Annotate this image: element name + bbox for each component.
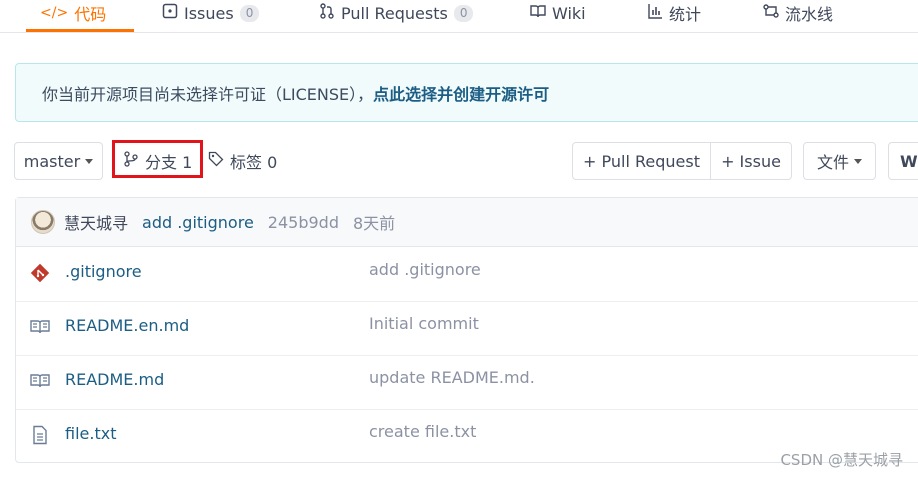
file-listing: 慧天城寻 add .gitignore 245b9dd 8天前 .gitigno… (15, 197, 918, 463)
branch-select-label: master (23, 151, 81, 171)
web-ide-label: W (900, 151, 918, 171)
file-commit-message[interactable]: create file.txt (369, 422, 476, 441)
commit-time: 8天前 (352, 214, 396, 233)
readme-icon (30, 317, 50, 337)
tab-code-label: 代码 (74, 5, 107, 24)
issues-count-badge: 0 (239, 4, 260, 22)
tag-icon (208, 151, 224, 171)
file-name[interactable]: .gitignore (65, 262, 142, 281)
new-pull-request-button[interactable]: + Pull Request (572, 142, 711, 180)
watermark: CSDN @慧天城寻 (780, 451, 903, 469)
file-name[interactable]: README.en.md (65, 316, 189, 335)
files-dropdown-label: 文件 (816, 153, 849, 172)
file-commit-message[interactable]: update README.md. (369, 368, 535, 387)
code-icon: </> (40, 5, 69, 21)
new-issue-button[interactable]: + Issue (710, 142, 792, 180)
file-row[interactable]: README.en.md Initial commit (16, 301, 918, 356)
issues-icon (162, 3, 178, 23)
tab-pipeline-label: 流水线 (785, 5, 834, 24)
web-ide-button[interactable]: W (888, 142, 918, 180)
tab-pull-requests[interactable]: Pull Requests 0 (319, 0, 474, 32)
license-notice: 你当前开源项目尚未选择许可证（LICENSE）， 点此选择并创建开源许可 (15, 63, 918, 122)
file-commit-message[interactable]: Initial commit (369, 314, 479, 333)
pull-requests-count-badge: 0 (453, 4, 474, 22)
commit-sha[interactable]: 245b9dd (268, 213, 339, 232)
license-notice-text: 你当前开源项目尚未选择许可证（LICENSE）， (42, 84, 374, 104)
chevron-down-icon (854, 158, 862, 164)
avatar[interactable] (31, 210, 55, 234)
new-issue-label: + Issue (721, 151, 781, 171)
create-license-link[interactable]: 点此选择并创建开源许可 (373, 81, 549, 105)
tab-wiki-label: Wiki (552, 3, 586, 23)
commit-author[interactable]: 慧天城寻 (64, 210, 128, 234)
tab-pull-requests-label: Pull Requests (341, 3, 448, 23)
files-dropdown-button[interactable]: 文件 (803, 142, 876, 180)
tab-stats[interactable]: 统计 (647, 0, 701, 32)
new-pull-request-label: + Pull Request (583, 151, 700, 171)
pull-request-icon (319, 3, 335, 23)
branch-select[interactable]: master (14, 142, 103, 180)
chevron-down-icon (85, 158, 94, 164)
text-file-icon (30, 425, 50, 445)
tab-stats-label: 统计 (669, 5, 702, 24)
file-name[interactable]: file.txt (65, 424, 116, 443)
file-name[interactable]: README.md (65, 370, 164, 389)
pipeline-icon (763, 3, 779, 23)
branches-highlight-box (112, 140, 203, 178)
tab-issues-label: Issues (184, 3, 234, 23)
file-commit-message[interactable]: add .gitignore (369, 260, 481, 279)
tags-link[interactable]: 标签 0 (208, 142, 277, 180)
bar-chart-icon (647, 3, 663, 23)
tab-wiki[interactable]: Wiki (530, 0, 586, 32)
file-row[interactable]: .gitignore add .gitignore (16, 247, 918, 302)
file-row[interactable]: README.md update README.md. (16, 355, 918, 410)
latest-commit-bar: 慧天城寻 add .gitignore 245b9dd 8天前 (16, 198, 918, 247)
tab-code[interactable]: </> 代码 (25, 0, 135, 32)
tags-label: 标签 0 (230, 153, 278, 172)
repo-tab-bar: </> 代码 Issues 0 Pull Requests 0 Wiki 统计 … (0, 0, 918, 33)
git-file-icon (30, 263, 50, 283)
tab-issues[interactable]: Issues 0 (162, 0, 260, 32)
readme-icon (30, 371, 50, 391)
book-icon (530, 3, 546, 23)
commit-message[interactable]: add .gitignore (142, 213, 254, 232)
tab-pipeline[interactable]: 流水线 (763, 0, 833, 32)
